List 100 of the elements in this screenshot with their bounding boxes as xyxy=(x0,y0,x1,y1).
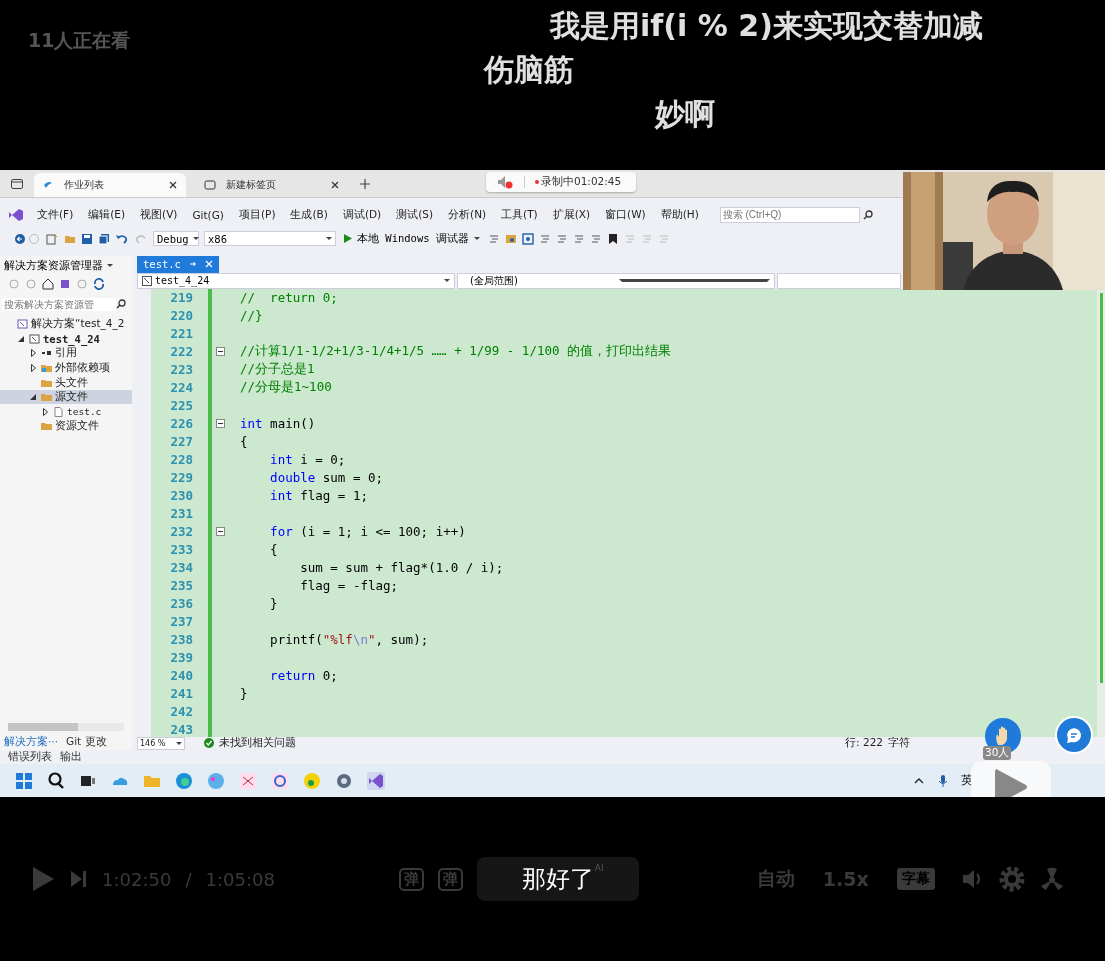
refresh-icon[interactable] xyxy=(93,277,105,290)
play-overlay-button[interactable] xyxy=(971,761,1051,797)
time-separator: / xyxy=(185,868,192,890)
line-number: 235 xyxy=(169,578,193,594)
editor-tab[interactable]: test.c xyxy=(137,255,219,273)
recording-time: 录制中01:02:45 xyxy=(535,175,622,189)
subtitle: 那好了 xyxy=(521,864,594,895)
panel-tab[interactable]: 错误列表 xyxy=(8,750,52,765)
forward-icon[interactable] xyxy=(25,277,37,290)
line-number: 225 xyxy=(169,398,193,414)
platform-dropdown[interactable]: x86 xyxy=(204,231,336,247)
panel-title[interactable]: 解决方案资源管理器 xyxy=(4,258,103,273)
panel-tab[interactable]: 解决方案··· xyxy=(0,735,62,751)
project-icon xyxy=(142,275,152,286)
menu-item[interactable]: 工具(T) xyxy=(499,207,540,222)
code-line: //计算1/1-1/2+1/3-1/4+1/5 …… + 1/99 - 1/100 的值，打印出结果 xyxy=(240,343,672,361)
code-line: } xyxy=(269,596,278,612)
menu-item[interactable]: 扩展(X) xyxy=(550,207,593,222)
save-all-icon[interactable] xyxy=(98,232,110,245)
undo-icon[interactable] xyxy=(115,232,129,245)
tree-item[interactable]: 资源文件 xyxy=(0,419,132,434)
project-dropdown[interactable]: test_4_24 xyxy=(137,272,455,289)
collapse-icon[interactable] xyxy=(215,527,225,537)
menu-item[interactable]: 项目(P) xyxy=(236,207,278,222)
find-icon[interactable] xyxy=(504,232,517,245)
collapse-icon[interactable] xyxy=(215,419,225,429)
line-number: 234 xyxy=(169,560,193,576)
run-button[interactable]: 本地 Windows 调试器 xyxy=(341,231,483,246)
new-item-icon[interactable] xyxy=(45,232,59,245)
scrollbar[interactable] xyxy=(1097,288,1105,737)
code-line: } xyxy=(240,686,248,702)
chat-icon[interactable] xyxy=(270,770,290,791)
chat-icon xyxy=(1064,725,1084,745)
panel-tab[interactable]: Git 更改 xyxy=(62,735,111,751)
menu-item[interactable]: 调试(D) xyxy=(340,207,384,222)
app-icon[interactable] xyxy=(238,770,258,791)
code-line: flag = -flag; xyxy=(299,578,399,594)
code-line: printf("%lf\n", sum); xyxy=(269,632,429,648)
pin-icon[interactable] xyxy=(188,260,197,269)
save-icon[interactable] xyxy=(81,232,93,245)
issues-status: 未找到相关问题 xyxy=(219,736,296,751)
check-icon xyxy=(204,738,214,749)
tree-item[interactable]: 源文件 xyxy=(0,389,132,405)
menu-item[interactable]: 编辑(E) xyxy=(86,207,128,222)
tree-item[interactable]: 解决方案“test_4_2 xyxy=(0,316,132,332)
bookmark-icon[interactable] xyxy=(606,232,619,245)
search-icon[interactable] xyxy=(46,770,66,791)
tree-item[interactable]: 外部依赖项 xyxy=(0,360,132,376)
visual-studio-icon[interactable] xyxy=(366,770,386,791)
home-icon[interactable] xyxy=(42,277,54,290)
switch-view-icon[interactable] xyxy=(59,277,71,290)
input-method-indicator[interactable]: 英 xyxy=(961,772,973,790)
line-number: 232 xyxy=(169,524,193,540)
menu-item[interactable]: 视图(V) xyxy=(138,207,180,222)
line-number: 224 xyxy=(169,380,193,396)
play-icon xyxy=(993,767,1029,797)
browser-tab[interactable]: 作业列表 xyxy=(34,173,186,197)
microphone-icon[interactable] xyxy=(937,773,949,788)
back-icon[interactable] xyxy=(14,232,40,245)
close-icon[interactable] xyxy=(330,180,340,190)
menu-item[interactable]: 帮助(H) xyxy=(658,207,701,222)
menu-item[interactable]: Git(G) xyxy=(190,208,226,221)
tree-item[interactable]: test.c xyxy=(0,404,132,420)
line-number: 241 xyxy=(169,686,193,702)
history-icon[interactable] xyxy=(76,277,88,290)
configuration-dropdown[interactable]: Debug xyxy=(153,231,199,247)
tree-item[interactable]: 头文件 xyxy=(0,375,132,390)
speaker-muted-icon[interactable] xyxy=(496,174,514,190)
scope-dropdown[interactable]: (全局范围) xyxy=(457,272,775,289)
menu-item[interactable]: 测试(S) xyxy=(394,207,436,222)
menu-item[interactable]: 生成(B) xyxy=(288,207,330,222)
start-icon[interactable] xyxy=(14,770,34,791)
tree-item[interactable]: test_4_24 xyxy=(0,331,132,347)
expanded-arrow-icon[interactable] xyxy=(30,394,36,401)
collapsed-arrow-icon[interactable] xyxy=(42,407,48,416)
panel-tab[interactable]: 输出 xyxy=(60,750,82,765)
browser-icon[interactable] xyxy=(174,770,194,791)
paint-icon[interactable] xyxy=(206,770,226,791)
close-icon[interactable] xyxy=(168,180,178,190)
chat-button[interactable] xyxy=(1057,718,1091,752)
browser-tab[interactable]: 新建标签页 xyxy=(196,173,348,197)
menu-item[interactable]: 文件(F) xyxy=(35,207,76,222)
menu-item[interactable]: 窗口(W) xyxy=(603,207,648,222)
tree-item[interactable]: 引用 xyxy=(0,346,132,361)
line-number: 226 xyxy=(169,416,193,432)
expanded-arrow-icon[interactable] xyxy=(18,335,24,342)
new-tab-icon[interactable] xyxy=(358,176,372,191)
search-field[interactable]: 搜索 (Ctrl+Q) xyxy=(719,206,860,223)
code-line: // return 0; xyxy=(240,290,338,306)
code-line: //分子总是1 xyxy=(240,361,315,379)
search-field[interactable]: 搜索解决方案资源管 xyxy=(2,297,116,311)
line-number: 240 xyxy=(169,668,193,684)
raise-hand-count: 30人 xyxy=(983,746,1012,760)
window-icon[interactable] xyxy=(521,232,534,245)
scrollbar[interactable] xyxy=(8,723,124,732)
char-status: 字符 xyxy=(888,736,910,751)
menu-item[interactable]: 分析(N) xyxy=(446,207,489,222)
window-icon[interactable] xyxy=(10,176,24,191)
music-icon[interactable] xyxy=(302,770,322,791)
collapse-icon[interactable] xyxy=(215,347,225,357)
